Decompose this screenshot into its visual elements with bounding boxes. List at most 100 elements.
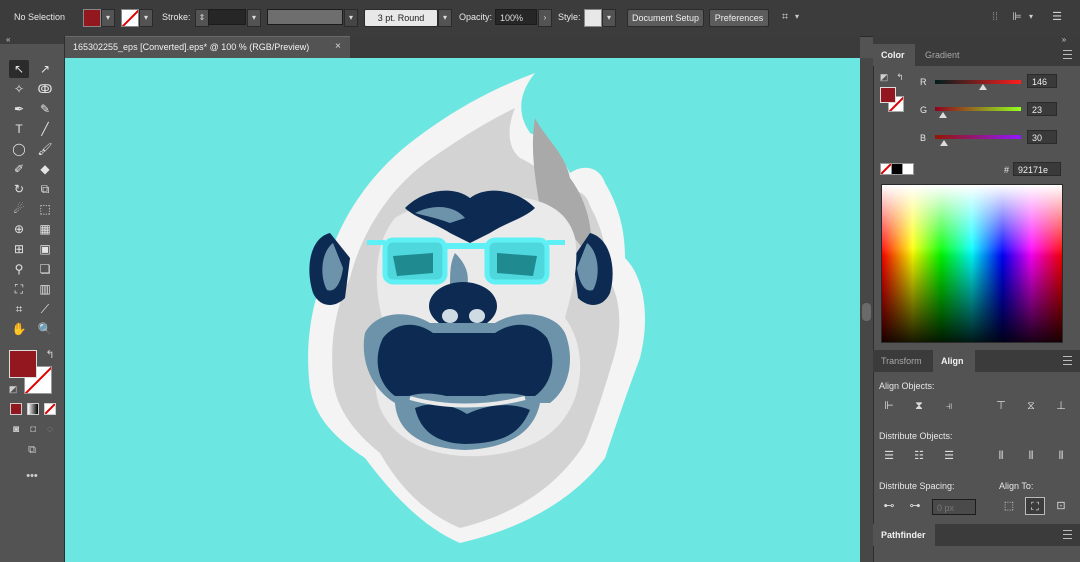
artboard-tool-icon[interactable]: ⌗ <box>9 300 29 318</box>
type-tool-icon[interactable]: T <box>9 120 29 138</box>
select-similar-dropdown-icon[interactable]: ▾ <box>793 11 801 23</box>
distribute-right-icon[interactable]: ⫴ <box>1051 447 1071 465</box>
screen-mode-icon[interactable]: ⧉ <box>24 444 40 456</box>
curvature-tool-icon[interactable]: ✎ <box>35 100 55 118</box>
align-options-icon[interactable]: ⊫ <box>1010 11 1024 23</box>
align-to-key-object-icon[interactable]: ⛶ <box>1025 497 1045 515</box>
b-value-input[interactable]: 30 <box>1027 130 1057 144</box>
draw-inside-icon[interactable]: ◌ <box>44 424 56 436</box>
close-tab-icon[interactable]: × <box>335 41 341 52</box>
vertical-scrollbar-thumb[interactable] <box>862 303 871 321</box>
shaper-tool-icon[interactable]: ✐ <box>9 160 29 178</box>
document-tab[interactable]: 165302255_eps [Converted].eps* @ 100 % (… <box>65 36 350 58</box>
white-swatch[interactable] <box>902 163 914 175</box>
align-bottom-icon[interactable]: ⊥ <box>1051 397 1071 415</box>
b-slider-thumb[interactable] <box>940 140 948 146</box>
align-right-icon[interactable]: ⫣ <box>939 397 959 415</box>
direct-selection-tool-icon[interactable]: ↗ <box>35 60 55 78</box>
blend-tool-icon[interactable]: ❏ <box>35 260 55 278</box>
artboard-canvas[interactable] <box>65 58 860 562</box>
tab-pathfinder[interactable]: Pathfinder <box>873 524 935 546</box>
horizontal-distribute-space-icon[interactable]: ⊶ <box>905 497 925 515</box>
align-options-dropdown-icon[interactable]: ▾ <box>1027 11 1035 23</box>
brush-dropdown[interactable]: ▾ <box>438 9 452 27</box>
free-transform-tool-icon[interactable]: ⬚ <box>35 200 55 218</box>
align-top-icon[interactable]: ⊤ <box>991 397 1011 415</box>
gradient-tool-icon[interactable]: ▣ <box>35 240 55 258</box>
b-slider[interactable] <box>935 135 1021 139</box>
column-graph-tool-icon[interactable]: ▥ <box>35 280 55 298</box>
opacity-input[interactable]: 100% <box>495 9 537 25</box>
align-to-artboard-icon[interactable]: ⊡ <box>1051 497 1071 515</box>
magic-wand-tool-icon[interactable]: ✧ <box>9 80 29 98</box>
lasso-tool-icon[interactable]: ↂ <box>35 80 55 98</box>
select-similar-icon[interactable]: ⌗ <box>778 11 792 23</box>
pen-tool-icon[interactable]: ✒ <box>9 100 29 118</box>
variable-width-profile[interactable] <box>267 9 343 25</box>
distribute-vertical-center-icon[interactable]: ☷ <box>909 447 929 465</box>
color-panel-menu-icon[interactable] <box>1063 50 1072 59</box>
r-slider-thumb[interactable] <box>979 84 987 90</box>
tab-gradient[interactable]: Gradient <box>917 44 973 66</box>
panel-fill-box[interactable] <box>880 87 896 103</box>
draw-behind-icon[interactable]: ◘ <box>27 424 39 436</box>
g-slider[interactable] <box>935 107 1021 111</box>
selection-tool-icon[interactable]: ↖ <box>9 60 29 78</box>
opacity-dropdown[interactable]: › <box>538 9 552 27</box>
distribute-horizontal-center-icon[interactable]: ⦀ <box>1021 447 1041 465</box>
tab-align[interactable]: Align <box>933 350 975 372</box>
brush-definition[interactable]: 3 pt. Round <box>364 9 438 27</box>
distribute-top-icon[interactable]: ☰ <box>879 447 899 465</box>
vertical-distribute-space-icon[interactable]: ⊷ <box>879 497 899 515</box>
perspective-grid-tool-icon[interactable]: ▦ <box>35 220 55 238</box>
eyedropper-tool-icon[interactable]: ⚲ <box>9 260 29 278</box>
graphic-style-swatch[interactable] <box>584 9 602 27</box>
slice-tool-icon[interactable]: ⟋ <box>35 300 55 318</box>
default-fill-stroke-icon[interactable]: ◩ <box>879 71 889 83</box>
color-spectrum[interactable] <box>881 184 1063 343</box>
style-dropdown[interactable]: ▾ <box>602 9 616 27</box>
draw-normal-icon[interactable]: ◙ <box>10 424 22 436</box>
align-left-icon[interactable]: ⊩ <box>879 397 899 415</box>
ellipse-tool-icon[interactable]: ◯ <box>9 140 29 158</box>
align-to-selection-icon[interactable]: ⬚ <box>999 497 1019 515</box>
fill-dropdown[interactable]: ▾ <box>101 9 115 27</box>
hex-value-input[interactable]: 92171e <box>1013 162 1061 176</box>
fill-swatch[interactable] <box>83 9 101 27</box>
g-slider-thumb[interactable] <box>939 112 947 118</box>
preferences-button[interactable]: Preferences <box>709 9 769 27</box>
stroke-swatch[interactable] <box>121 9 139 27</box>
mesh-tool-icon[interactable]: ⊞ <box>9 240 29 258</box>
stroke-dropdown[interactable]: ▾ <box>139 9 153 27</box>
distribute-bottom-icon[interactable]: ☰ <box>939 447 959 465</box>
align-grid-icon[interactable]: ⁞⁞ <box>988 11 1002 23</box>
tab-color[interactable]: Color <box>873 44 915 66</box>
align-vertical-center-icon[interactable]: ⧖ <box>1021 397 1041 415</box>
collapse-icon[interactable]: « <box>6 34 10 46</box>
hand-tool-icon[interactable]: ✋ <box>9 320 29 338</box>
paintbrush-tool-icon[interactable]: 🖌 <box>35 140 55 158</box>
symbol-sprayer-tool-icon[interactable]: ⛶ <box>9 280 29 298</box>
document-setup-button[interactable]: Document Setup <box>627 9 704 27</box>
swap-fill-stroke-icon[interactable]: ↰ <box>44 349 56 361</box>
r-value-input[interactable]: 146 <box>1027 74 1057 88</box>
stroke-weight-dropdown[interactable]: ▾ <box>247 9 261 27</box>
eraser-tool-icon[interactable]: ◆ <box>35 160 55 178</box>
zoom-tool-icon[interactable]: 🔍 <box>35 320 55 338</box>
scale-tool-icon[interactable]: ⧉ <box>35 180 55 198</box>
shape-builder-tool-icon[interactable]: ⊕ <box>9 220 29 238</box>
r-slider[interactable] <box>935 80 1021 84</box>
color-mode-icon[interactable] <box>10 403 22 415</box>
distribute-left-icon[interactable]: ⫴ <box>991 447 1011 465</box>
swap-colors-icon[interactable]: ↰ <box>895 71 905 83</box>
none-mode-icon[interactable] <box>44 403 56 415</box>
panel-menu-icon[interactable]: ☰ <box>1050 11 1064 23</box>
stroke-weight-stepper[interactable]: ⇕ <box>195 9 209 27</box>
align-horizontal-center-icon[interactable]: ⧗ <box>909 397 929 415</box>
tab-transform[interactable]: Transform <box>873 350 931 372</box>
fill-color-front[interactable] <box>9 350 37 378</box>
default-colors-icon[interactable]: ◩ <box>8 383 18 395</box>
more-tools-icon[interactable]: ••• <box>24 470 40 482</box>
spacing-input[interactable]: 0 px <box>932 499 976 515</box>
g-value-input[interactable]: 23 <box>1027 102 1057 116</box>
